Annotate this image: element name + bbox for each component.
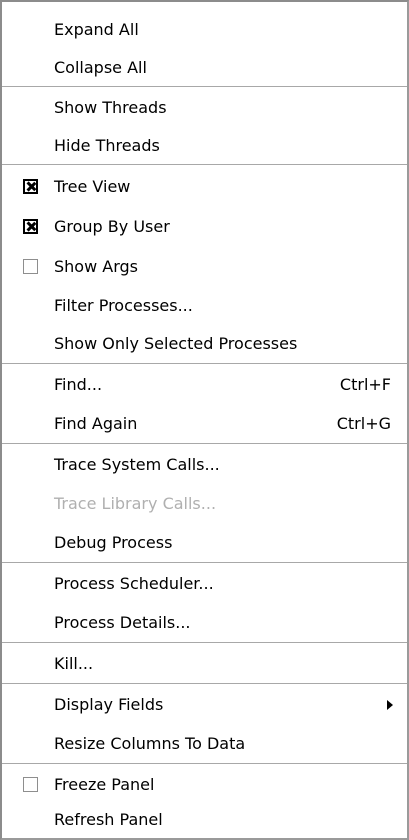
- menu-item-filter-processes[interactable]: Filter Processes...: [2, 286, 407, 326]
- menu-item-label: Tree View: [54, 177, 131, 196]
- menu-separator: [2, 86, 407, 87]
- menu-item-label: Process Scheduler...: [54, 574, 214, 593]
- menu-item-refresh-panel[interactable]: Refresh Panel: [2, 804, 407, 836]
- context-menu: Expand All Collapse All Show Threads Hid…: [0, 0, 409, 840]
- menu-item-label: Process Details...: [54, 613, 191, 632]
- menu-item-display-fields[interactable]: Display Fields: [2, 685, 407, 725]
- menu-item-kill[interactable]: Kill...: [2, 644, 407, 684]
- menu-item-label: Trace System Calls...: [54, 455, 220, 474]
- menu-item-freeze-panel[interactable]: Freeze Panel: [2, 765, 407, 805]
- menu-item-find-again[interactable]: Find Again Ctrl+G: [2, 404, 407, 444]
- shortcut-label: Ctrl+G: [336, 414, 391, 433]
- menu-item-collapse-all[interactable]: Collapse All: [2, 48, 407, 88]
- menu-item-label: Resize Columns To Data: [54, 734, 246, 753]
- menu-item-label: Display Fields: [54, 695, 164, 714]
- show-args-checkbox[interactable]: [23, 259, 38, 274]
- menu-item-label: Trace Library Calls...: [54, 494, 217, 513]
- menu-separator: [2, 683, 407, 684]
- menu-item-hide-threads[interactable]: Hide Threads: [2, 126, 407, 166]
- menu-item-label: Show Threads: [54, 98, 167, 117]
- submenu-arrow-icon: [387, 700, 393, 710]
- menu-item-group-by-user[interactable]: Group By User: [2, 207, 407, 247]
- menu-item-find[interactable]: Find... Ctrl+F: [2, 365, 407, 405]
- menu-separator: [2, 363, 407, 364]
- group-by-user-checkbox[interactable]: [23, 219, 38, 234]
- menu-item-show-threads[interactable]: Show Threads: [2, 88, 407, 128]
- menu-item-label: Find...: [54, 375, 103, 394]
- menu-separator: [2, 562, 407, 563]
- menu-item-expand-all[interactable]: Expand All: [2, 10, 407, 50]
- menu-item-label: Show Only Selected Processes: [54, 334, 298, 353]
- menu-item-label: Hide Threads: [54, 136, 160, 155]
- tree-view-checkbox[interactable]: [23, 179, 38, 194]
- menu-item-label: Filter Processes...: [54, 296, 193, 315]
- menu-item-label: Expand All: [54, 20, 139, 39]
- menu-item-show-args[interactable]: Show Args: [2, 247, 407, 287]
- freeze-panel-checkbox[interactable]: [23, 777, 38, 792]
- menu-item-label: Freeze Panel: [54, 775, 155, 794]
- menu-separator: [2, 642, 407, 643]
- menu-item-label: Collapse All: [54, 58, 147, 77]
- menu-item-trace-library-calls: Trace Library Calls...: [2, 484, 407, 524]
- menu-item-tree-view[interactable]: Tree View: [2, 167, 407, 207]
- menu-item-resize-columns[interactable]: Resize Columns To Data: [2, 724, 407, 764]
- menu-item-show-only-selected[interactable]: Show Only Selected Processes: [2, 324, 407, 364]
- menu-item-process-details[interactable]: Process Details...: [2, 603, 407, 643]
- menu-item-label: Find Again: [54, 414, 138, 433]
- menu-separator: [2, 443, 407, 444]
- menu-separator: [2, 164, 407, 165]
- menu-separator: [2, 763, 407, 764]
- menu-item-label: Show Args: [54, 257, 138, 276]
- menu-item-label: Debug Process: [54, 533, 173, 552]
- menu-item-label: Kill...: [54, 654, 94, 673]
- shortcut-label: Ctrl+F: [339, 375, 391, 394]
- menu-item-label: Group By User: [54, 217, 170, 236]
- menu-item-debug-process[interactable]: Debug Process: [2, 523, 407, 563]
- menu-item-trace-system-calls[interactable]: Trace System Calls...: [2, 445, 407, 485]
- menu-item-label: Refresh Panel: [54, 810, 163, 829]
- menu-item-process-scheduler[interactable]: Process Scheduler...: [2, 564, 407, 604]
